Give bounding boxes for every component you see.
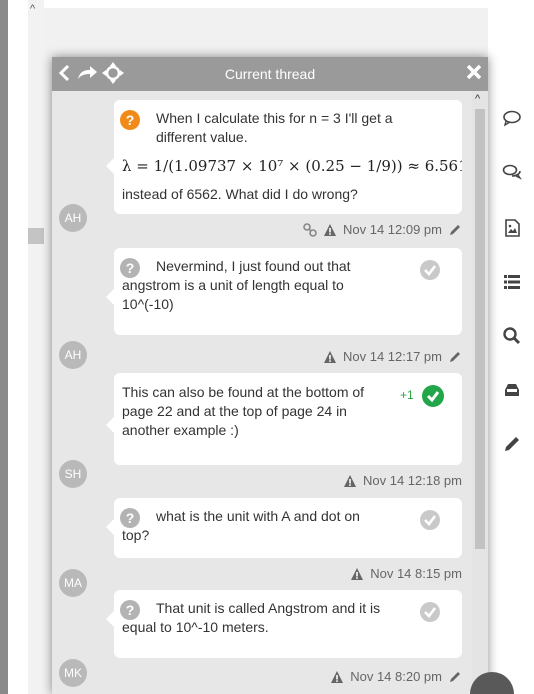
avatar: SH [59,460,87,488]
message-text: That unit is called Angstrom and it is e… [122,600,381,635]
message-text: what is the unit with A and dot on top? [122,508,360,543]
scroll-up-icon[interactable]: ^ [475,93,480,105]
message-text: instead of 6562. What did I do wrong? [122,186,358,202]
warning-icon[interactable] [323,223,337,237]
thread-panel: Current thread AH ? When I calculate thi… [52,57,488,694]
comment-icon[interactable] [502,108,522,128]
message-bubble: ? what is the unit with A and dot on top… [106,498,462,558]
right-sidebar-bg [488,0,534,694]
vote-count: +1 [400,388,414,402]
scroll-up-icon[interactable]: ^ [30,4,35,15]
warning-icon[interactable] [343,474,357,488]
message-meta: Nov 14 12:09 pm [303,222,462,237]
question-orange-icon[interactable]: ? [120,110,140,130]
message-bubble: This can also be found at the bottom of … [106,373,462,465]
search-icon[interactable] [502,326,522,346]
message-bubble: ? When I calculate this for n = 3 I'll g… [106,100,462,214]
accept-check-icon[interactable] [420,510,440,530]
image-icon[interactable] [502,218,522,238]
timestamp: Nov 14 12:09 pm [342,222,442,237]
thread-header: Current thread [52,57,488,91]
outer-frame [0,0,8,694]
scrollbar-thumb[interactable] [28,228,44,244]
list-icon[interactable] [502,272,522,292]
page-scrollbar[interactable]: ^ [28,0,44,694]
avatar: MK [59,659,87,687]
thread-scrollbar[interactable]: ^ [472,91,488,694]
message-meta: Nov 14 12:18 pm [343,473,462,488]
accepted-check-icon[interactable] [422,385,444,407]
link-icon[interactable] [303,222,317,237]
timestamp: Nov 14 12:18 pm [362,473,462,488]
avatar: AH [59,204,87,232]
message-text: This can also be found at the bottom of … [122,384,365,438]
pencil-icon[interactable] [448,223,462,237]
math-formula: λ = 1/(1.09737 × 10⁷ × (0.25 − 1/9)) ≈ 6… [122,157,462,175]
pencil-icon[interactable] [448,350,462,364]
warning-icon[interactable] [323,350,337,364]
timestamp: Nov 14 8:15 pm [370,566,462,581]
thread-title: Current thread [224,66,316,82]
warning-icon[interactable] [330,670,344,684]
inbox-icon[interactable] [502,380,522,400]
message-meta: Nov 14 8:20 pm [330,669,462,684]
timestamp: Nov 14 8:20 pm [350,669,442,684]
message-meta: Nov 14 8:15 pm [350,566,462,581]
message-bubble: ? Nevermind, I just found out that angst… [106,248,462,335]
message-meta: Nov 14 12:17 pm [323,349,462,364]
message-bubble: ? That unit is called Angstrom and it is… [106,590,462,658]
accept-check-icon[interactable] [420,602,440,622]
timestamp: Nov 14 12:17 pm [342,349,442,364]
message-text: Nevermind, I just found out that angstro… [122,258,351,312]
warning-icon[interactable] [350,567,364,581]
message-list: AH ? When I calculate this for n = 3 I'l… [52,91,472,694]
avatar: AH [59,341,87,369]
scrollbar-thumb[interactable] [475,109,485,549]
pencil-icon[interactable] [502,434,522,454]
accept-check-icon[interactable] [420,260,440,280]
comments-icon[interactable] [502,162,523,182]
pencil-icon[interactable] [448,670,462,684]
close-icon[interactable] [466,64,482,80]
message-text: When I calculate this for n = 3 I'll get… [156,110,393,145]
avatar: MA [59,569,87,597]
